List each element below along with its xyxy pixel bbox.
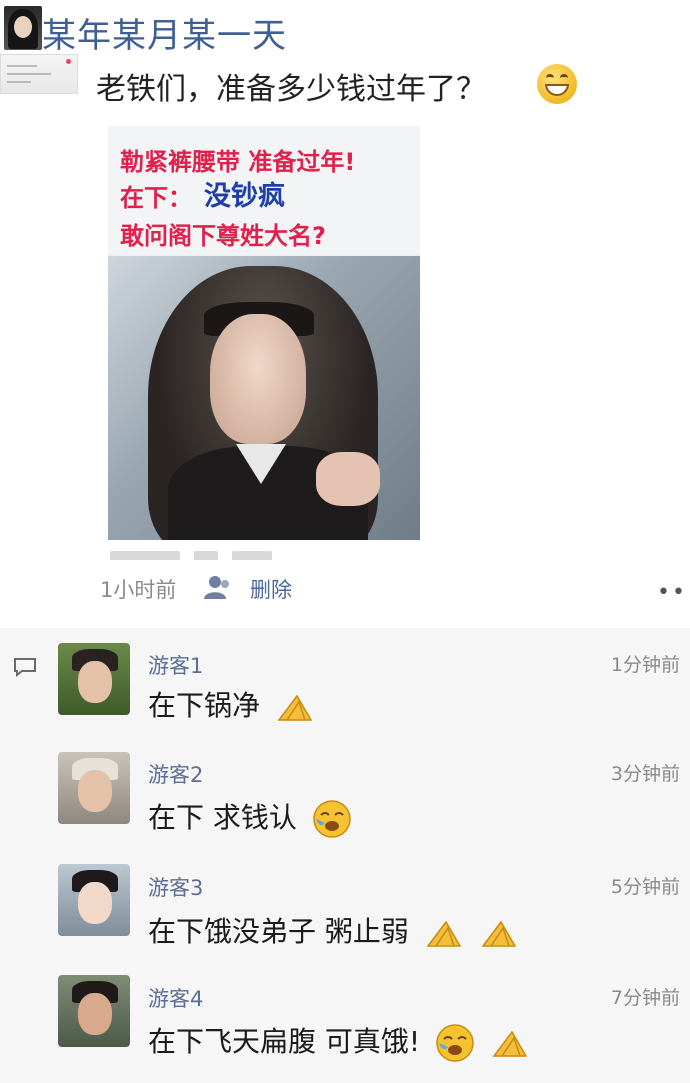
thumb-line: [7, 73, 51, 75]
meme-line-1: 勒紧裤腰带 准备过年!: [120, 148, 356, 176]
avatar-face: [78, 882, 112, 924]
meme-line-2-prefix: 在下：: [120, 184, 192, 212]
cry-emoji-icon: [313, 800, 351, 838]
thumb-line: [7, 81, 31, 83]
comment-text: 在下饿没弟子 粥止弱: [148, 915, 409, 948]
commenter-name[interactable]: 游客2: [148, 759, 203, 789]
comment-icon: [14, 658, 36, 677]
avatar-face: [14, 16, 32, 38]
commenter-name[interactable]: 游客3: [148, 872, 203, 902]
post-text: 老铁们，准备多少钱过年了？: [96, 72, 486, 107]
comment-time: 1分钟前: [610, 654, 680, 676]
meme-line-2-name: 没钞疯: [204, 181, 285, 212]
comment-text-row: 在下锅净: [148, 684, 315, 724]
faint-bar: [110, 551, 180, 560]
cry-emoji-icon: [436, 1024, 474, 1062]
pray-emoji-icon: [481, 920, 517, 947]
commenter-avatar[interactable]: [58, 643, 130, 715]
comment-text: 在下飞天扁腹 可真饿!: [148, 1025, 421, 1058]
faint-duplicate-row: [110, 546, 310, 560]
avatar-face: [78, 661, 112, 703]
emoji-eye: [546, 74, 554, 82]
meme-photo: [108, 256, 420, 540]
comment-text-row: 在下飞天扁腹 可真饿!: [148, 1020, 530, 1063]
delete-button[interactable]: 删除: [250, 574, 292, 604]
heart-icon: [66, 59, 71, 64]
comment-time: 7分钟前: [610, 987, 680, 1009]
comment-text: 在下锅净: [148, 689, 261, 722]
photo-face: [210, 314, 306, 444]
photo-hand: [316, 452, 380, 506]
faint-bar: [232, 551, 272, 560]
more-options-button[interactable]: ••: [657, 580, 687, 605]
pray-emoji-icon: [492, 1030, 528, 1057]
faint-bar: [194, 551, 218, 560]
comment-time: 3分钟前: [610, 763, 680, 785]
grin-emoji-icon: [537, 64, 577, 104]
commenter-avatar[interactable]: [58, 975, 130, 1047]
avatar-face: [78, 993, 112, 1035]
commenter-name[interactable]: 游客4: [148, 983, 203, 1013]
poster-avatar[interactable]: [4, 6, 42, 50]
commenter-avatar[interactable]: [58, 864, 130, 936]
pray-emoji-icon: [277, 694, 313, 721]
thumbnail-preview: [0, 54, 78, 94]
comment-time: 5分钟前: [610, 876, 680, 898]
pray-emoji-icon: [426, 920, 462, 947]
commenter-avatar[interactable]: [58, 752, 130, 824]
commenter-name[interactable]: 游客1: [148, 650, 203, 680]
meme-caption: 勒紧裤腰带 准备过年! 在下： 没钞疯 敢问阁下尊姓大名?: [108, 126, 420, 254]
emoji-mouth: [545, 84, 569, 96]
comment-text: 在下 求钱认: [148, 801, 297, 834]
poster-name[interactable]: 某年某月某一天: [42, 8, 287, 57]
emoji-eye: [560, 74, 568, 82]
avatar-face: [78, 770, 112, 812]
meme-image[interactable]: 勒紧裤腰带 准备过年! 在下： 没钞疯 敢问阁下尊姓大名?: [108, 126, 420, 540]
comment-text-row: 在下 求钱认: [148, 796, 352, 839]
meme-line-3: 敢问阁下尊姓大名?: [120, 222, 326, 250]
thumb-line: [7, 65, 37, 67]
person-icon: [204, 576, 229, 599]
comment-text-row: 在下饿没弟子 粥止弱: [148, 910, 519, 950]
post-time: 1小时前: [100, 578, 177, 602]
